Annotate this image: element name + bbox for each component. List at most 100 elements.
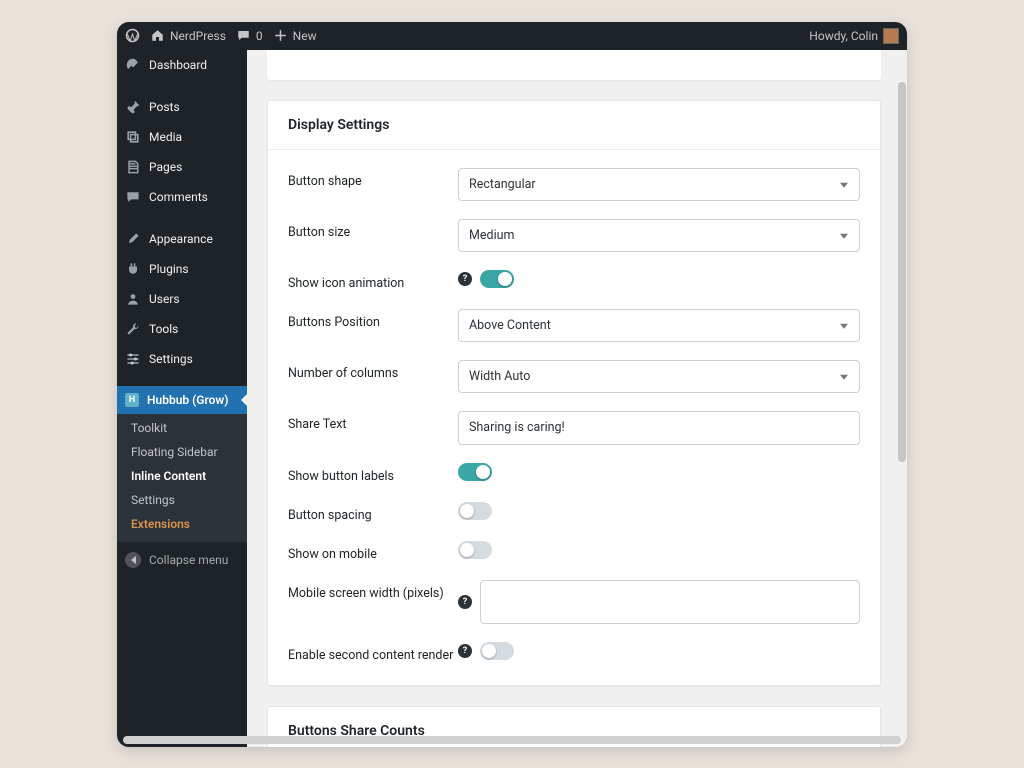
greeting: Howdy, Colin [809,29,878,43]
select-value: Width Auto [458,360,860,393]
row-button-shape: Button shape Rectangular [288,150,860,201]
sidebar-label: Hubbub (Grow) [147,393,228,407]
site-link[interactable]: NerdPress [150,28,226,43]
content-area: Display Settings Button shape Rectangula… [247,50,907,747]
show-icon-animation-toggle[interactable] [480,270,514,288]
hubbub-submenu: Toolkit Floating Sidebar Inline Content … [117,414,247,542]
sidebar-item-users[interactable]: Users [117,284,247,314]
collapse-label: Collapse menu [149,553,228,567]
comment-icon [125,189,141,205]
plus-icon [273,28,288,43]
help-icon[interactable]: ? [458,272,472,286]
collapse-icon [125,552,141,568]
sidebar-item-tools[interactable]: Tools [117,314,247,344]
submenu-extensions[interactable]: Extensions [117,512,247,536]
pages-icon [125,159,141,175]
card-title: Display Settings [268,101,880,149]
field-label: Button spacing [288,502,458,523]
show-mobile-toggle[interactable] [458,541,492,559]
previous-card-edge [267,50,881,80]
field-label: Share Text [288,411,458,432]
submenu-toolkit[interactable]: Toolkit [117,416,247,440]
account-link[interactable]: Howdy, Colin [809,28,899,44]
field-label: Button size [288,219,458,240]
buttons-position-select[interactable]: Above Content [458,309,860,342]
vertical-scrollbar[interactable] [898,82,906,462]
sidebar-label: Tools [149,322,178,336]
row-button-spacing: Button spacing [288,484,860,523]
select-value: Rectangular [458,168,860,201]
dashboard-icon [125,57,141,73]
hubbub-icon: H [125,393,139,407]
sidebar-item-comments[interactable]: Comments [117,182,247,212]
field-label: Number of columns [288,360,458,381]
row-show-labels: Show button labels [288,445,860,484]
row-second-render: Enable second content render ? [288,624,860,663]
help-icon[interactable]: ? [458,595,472,609]
comments-count: 0 [256,29,263,43]
field-label: Show on mobile [288,541,458,562]
row-num-columns: Number of columns Width Auto [288,342,860,393]
wrench-icon [125,321,141,337]
submenu-settings[interactable]: Settings [117,488,247,512]
sidebar-label: Settings [149,352,193,366]
mobile-width-input[interactable] [480,580,860,624]
new-label: New [293,29,317,43]
submenu-floating-sidebar[interactable]: Floating Sidebar [117,440,247,464]
sidebar-label: Media [149,130,182,144]
field-label: Enable second content render [288,642,458,663]
sidebar-label: Plugins [149,262,189,276]
field-label: Button shape [288,168,458,189]
plug-icon [125,261,141,277]
sidebar-label: Posts [149,100,180,114]
row-show-icon-animation: Show icon animation ? [288,252,860,291]
site-name: NerdPress [170,29,226,43]
row-show-mobile: Show on mobile [288,523,860,562]
display-settings-card: Display Settings Button shape Rectangula… [267,100,881,686]
new-link[interactable]: New [273,28,317,43]
avatar [883,28,899,44]
row-mobile-width: Mobile screen width (pixels) ? [288,562,860,624]
button-size-select[interactable]: Medium [458,219,860,252]
sidebar-item-dashboard[interactable]: Dashboard [117,50,247,80]
sidebar-item-posts[interactable]: Posts [117,92,247,122]
sidebar-item-pages[interactable]: Pages [117,152,247,182]
field-label: Buttons Position [288,309,458,330]
select-value: Above Content [458,309,860,342]
sidebar-label: Pages [149,160,182,174]
comments-link[interactable]: 0 [236,28,263,43]
horizontal-scrollbar[interactable] [123,736,901,744]
share-text-input[interactable]: Sharing is caring! [458,411,860,445]
sidebar-item-appearance[interactable]: Appearance [117,224,247,254]
num-columns-select[interactable]: Width Auto [458,360,860,393]
wordpress-icon [125,28,140,43]
show-labels-toggle[interactable] [458,463,492,481]
field-label: Show button labels [288,463,458,484]
button-shape-select[interactable]: Rectangular [458,168,860,201]
admin-sidebar: Dashboard Posts Media Pages Comments [117,50,247,747]
sidebar-item-settings[interactable]: Settings [117,344,247,374]
button-spacing-toggle[interactable] [458,502,492,520]
sidebar-label: Comments [149,190,208,204]
comment-icon [236,28,251,43]
sidebar-item-hubbub[interactable]: H Hubbub (Grow) [117,386,247,414]
media-icon [125,129,141,145]
row-button-size: Button size Medium [288,201,860,252]
help-icon[interactable]: ? [458,644,472,658]
second-render-toggle[interactable] [480,642,514,660]
wp-logo[interactable] [125,28,140,43]
sidebar-item-plugins[interactable]: Plugins [117,254,247,284]
field-label: Mobile screen width (pixels) [288,580,458,601]
sidebar-label: Users [149,292,180,306]
collapse-menu[interactable]: Collapse menu [117,542,247,578]
row-share-text: Share Text Sharing is caring! [288,393,860,445]
field-label: Show icon animation [288,270,458,291]
brush-icon [125,231,141,247]
row-buttons-position: Buttons Position Above Content [288,291,860,342]
submenu-inline-content[interactable]: Inline Content [117,464,247,488]
sliders-icon [125,351,141,367]
user-icon [125,291,141,307]
sidebar-label: Dashboard [149,58,207,72]
sidebar-item-media[interactable]: Media [117,122,247,152]
sidebar-label: Appearance [149,232,213,246]
